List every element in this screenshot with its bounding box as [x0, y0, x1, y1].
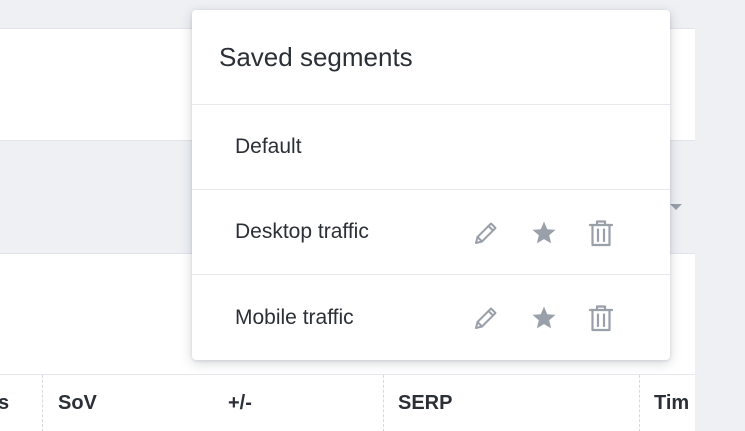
- column-header-serp[interactable]: SERP: [398, 375, 452, 431]
- star-icon[interactable]: [529, 303, 559, 333]
- segment-label: Default: [235, 135, 302, 158]
- segment-item-desktop-traffic[interactable]: Desktop traffic: [192, 190, 670, 275]
- segment-item-default[interactable]: Default: [192, 105, 670, 190]
- segment-actions: [471, 190, 616, 275]
- column-header-change[interactable]: +/-: [228, 375, 252, 431]
- segment-label: Desktop traffic: [235, 220, 369, 243]
- pencil-icon[interactable]: [471, 303, 501, 333]
- page: s SoV +/- SERP Tim Saved segments Defaul…: [0, 0, 745, 431]
- segment-label: Mobile traffic: [235, 305, 354, 329]
- trash-icon[interactable]: [586, 218, 616, 248]
- saved-segments-dropdown: Saved segments Default Desktop traffic M…: [192, 10, 670, 360]
- caret-down-icon[interactable]: [670, 204, 682, 210]
- segment-item-mobile-traffic[interactable]: Mobile traffic: [192, 275, 670, 360]
- trash-icon[interactable]: [586, 303, 616, 333]
- pencil-icon[interactable]: [471, 218, 501, 248]
- column-header-sov[interactable]: SoV: [58, 375, 97, 431]
- column-header-time[interactable]: Tim: [654, 375, 695, 431]
- segment-actions: [471, 275, 616, 360]
- column-divider: [383, 375, 384, 431]
- column-header-partial[interactable]: s: [0, 375, 9, 431]
- star-icon[interactable]: [529, 218, 559, 248]
- dropdown-title: Saved segments: [192, 10, 670, 105]
- column-divider: [639, 375, 640, 431]
- column-divider: [42, 375, 43, 431]
- table-header: s SoV +/- SERP Tim: [0, 374, 695, 431]
